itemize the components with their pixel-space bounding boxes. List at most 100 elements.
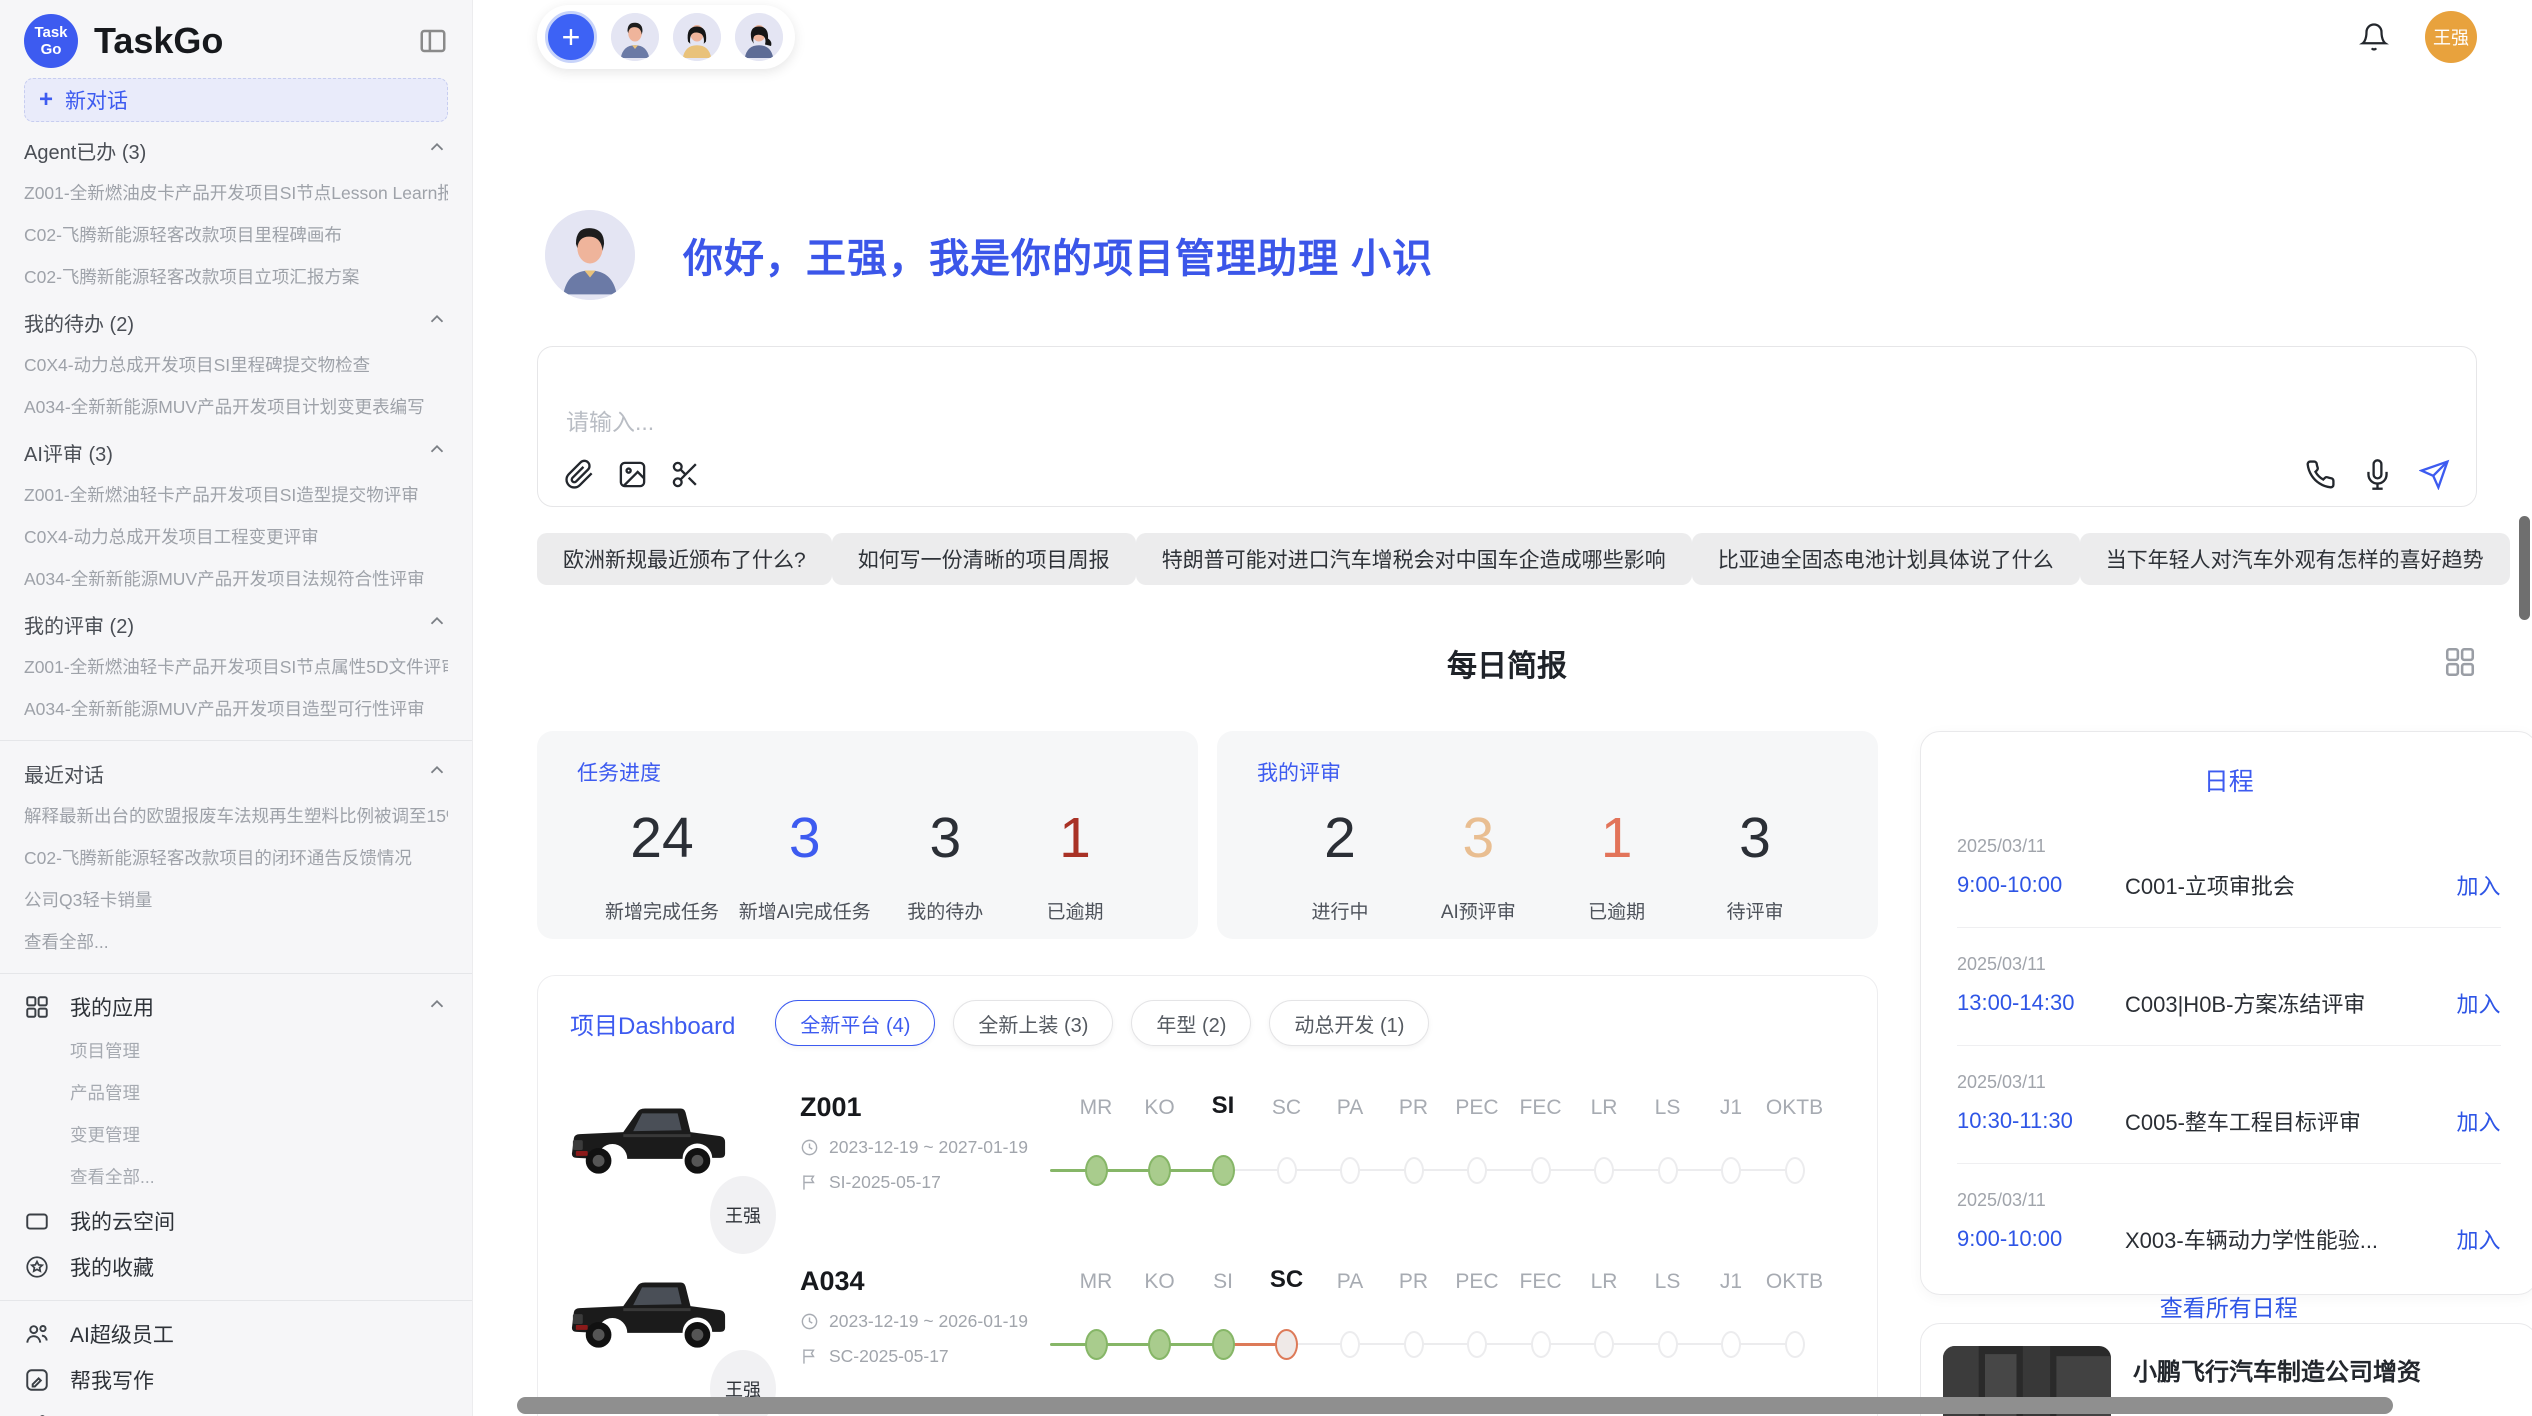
milestone-label: OKTB (1760, 1270, 1830, 1294)
avatar[interactable] (611, 13, 659, 61)
suggestion-chip[interactable]: 如何写一份清晰的项目周报 (832, 533, 1136, 585)
recent-chat-item[interactable]: 解释最新出台的欧盟报废车法规再生塑料比例被调至15%... (24, 795, 448, 837)
project-info: A0342023-12-19 ~ 2026-01-19SC-2025-05-17 (800, 1264, 1050, 1394)
milestone-dot (1275, 1329, 1298, 1360)
stat-item: 24新增完成任务 (605, 805, 719, 924)
main-area: + 王强 你好，王强，我是你的项目管理助理 小识 (473, 0, 2532, 1416)
my-apps-subitem[interactable]: 项目管理 (24, 1030, 448, 1072)
schedule-items: 2025/03/119:00-10:00C001-立项审批会加入2025/03/… (1957, 836, 2501, 1255)
avatar[interactable] (735, 13, 783, 61)
left-column: 任务进度 24新增完成任务3新增AI完成任务3我的待办1已逾期 我的评审 2进行中3A… (537, 731, 1878, 1416)
project-row[interactable]: 王强A0342023-12-19 ~ 2026-01-19SC-2025-05-… (564, 1264, 1851, 1394)
chevron-up-icon[interactable] (426, 136, 448, 164)
sidebar-task-item[interactable]: A034-全新新能源MUV产品开发项目法规符合性评审 (24, 558, 448, 600)
stats-card-title: 我的评审 (1257, 757, 1838, 787)
attach-image-icon[interactable] (617, 459, 648, 490)
sidebar-item-favorites[interactable]: 我的收藏 (24, 1244, 448, 1290)
sidebar-item-writing[interactable]: 帮我写作 (24, 1357, 448, 1403)
microphone-icon[interactable] (2362, 459, 2393, 490)
my-apps-subitem[interactable]: 查看全部... (24, 1156, 448, 1198)
send-icon[interactable] (2419, 459, 2450, 490)
suggestion-chip[interactable]: 欧洲新规最近颁布了什么? (537, 533, 832, 585)
sidebar-task-item[interactable]: C0X4-动力总成开发项目SI里程碑提交物检查 (24, 344, 448, 386)
my-apps-subitem[interactable]: 变更管理 (24, 1114, 448, 1156)
my-apps-subitem[interactable]: 产品管理 (24, 1072, 448, 1114)
collapse-sidebar-icon[interactable] (418, 26, 448, 56)
project-row[interactable]: 王强Z0012023-12-19 ~ 2027-01-19SI-2025-05-… (564, 1090, 1851, 1220)
sidebar-task-item[interactable]: A034-全新新能源MUV产品开发项目计划变更表编写 (24, 386, 448, 428)
milestone-dot (1658, 1331, 1678, 1358)
milestone-dot (1404, 1157, 1424, 1184)
milestone-label: PEC (1442, 1096, 1512, 1120)
clock-icon (800, 1138, 819, 1157)
stat-item: 3待评审 (1700, 805, 1810, 924)
suggestion-chip[interactable]: 当下年轻人对汽车外观有怎样的喜好趋势 (2080, 533, 2510, 585)
suggestion-chip[interactable]: 特朗普可能对进口汽车增税会对中国车企造成哪些影响 (1136, 533, 1692, 585)
project-filter-tab[interactable]: 动总开发 (1) (1269, 1000, 1429, 1046)
recent-chat-item[interactable]: C02-飞腾新能源轻客改款项目的闭环通告反馈情况 (24, 837, 448, 879)
stats-columns: 2进行中3AI预评审1已逾期3待评审 (1257, 805, 1838, 924)
schedule-row: 9:00-10:00C001-立项审批会加入 (1957, 869, 2501, 901)
chevron-up-icon[interactable] (426, 759, 448, 787)
stats-columns: 24新增完成任务3新增AI完成任务3我的待办1已逾期 (577, 805, 1158, 924)
sidebar-task-item[interactable]: A034-全新新能源MUV产品开发项目造型可行性评审 (24, 688, 448, 730)
recent-chat-item[interactable]: 公司Q3轻卡销量 (24, 879, 448, 921)
schedule-item: 2025/03/119:00-10:00X003-车辆动力学性能验...加入 (1957, 1190, 2501, 1255)
sidebar-divider (0, 973, 472, 974)
chat-input[interactable] (566, 403, 2156, 463)
milestone-label: PA (1315, 1096, 1385, 1120)
sidebar-item-label: 我的收藏 (70, 1252, 154, 1282)
stat-item: 3我的待办 (890, 805, 1000, 924)
schedule-view-all-link[interactable]: 查看所有日程 (1957, 1289, 2501, 1323)
sidebar-task-item[interactable]: C02-飞腾新能源轻客改款项目立项汇报方案 (24, 256, 448, 298)
briefing-title: 每日简报 (1447, 641, 1567, 685)
app-root: Task Go TaskGo + 新对话 Agent已办 (3)Z001-全新燃… (0, 0, 2532, 1416)
sidebar-item-label: 帮我写作 (70, 1365, 154, 1395)
schedule-join-link[interactable]: 加入 (2457, 987, 2501, 1019)
vertical-scrollbar[interactable] (2519, 516, 2530, 620)
project-dashboard-header: 项目Dashboard 全新平台 (4)全新上装 (3)年型 (2)动总开发 (… (564, 1000, 1851, 1046)
schedule-join-link[interactable]: 加入 (2457, 1223, 2501, 1255)
notifications-bell-icon[interactable] (2359, 22, 2389, 52)
horizontal-scrollbar[interactable] (517, 1397, 2393, 1414)
chevron-up-icon[interactable] (426, 610, 448, 638)
attach-file-icon[interactable] (564, 459, 595, 490)
recent-chats-title: 最近对话 (24, 751, 448, 795)
sidebar-item-cloud-space[interactable]: 我的云空间 (24, 1198, 448, 1244)
user-avatar[interactable]: 王强 (2425, 11, 2477, 63)
sidebar-task-item[interactable]: Z001-全新燃油皮卡产品开发项目SI节点Lesson Learn报告 (24, 172, 448, 214)
stat-label: 新增完成任务 (605, 897, 719, 924)
sidebar-task-item[interactable]: Z001-全新燃油轻卡产品开发项目SI造型提交物评审 (24, 474, 448, 516)
sidebar-item-ai-staff[interactable]: AI超级员工 (24, 1311, 448, 1357)
plus-icon: + (39, 86, 53, 114)
sidebar-task-item[interactable]: Z001-全新燃油轻卡产品开发项目SI节点属性5D文件评审 (24, 646, 448, 688)
schedule-join-link[interactable]: 加入 (2457, 1105, 2501, 1137)
stats-card-title: 任务进度 (577, 757, 1158, 787)
schedule-meeting-name: X003-车辆动力学性能验... (2125, 1223, 2457, 1255)
milestone-label: PR (1379, 1096, 1449, 1120)
avatar[interactable] (673, 13, 721, 61)
project-filter-tab[interactable]: 全新上装 (3) (953, 1000, 1113, 1046)
add-conversation-button[interactable]: + (545, 11, 597, 63)
chevron-up-icon[interactable] (426, 438, 448, 466)
project-filter-tab[interactable]: 全新平台 (4) (775, 1000, 935, 1046)
milestone-label: LS (1633, 1096, 1703, 1120)
new-chat-button[interactable]: + 新对话 (24, 78, 448, 122)
milestone-dot (1212, 1329, 1235, 1360)
chevron-up-icon[interactable] (426, 993, 448, 1021)
project-filter-tab[interactable]: 年型 (2) (1131, 1000, 1251, 1046)
schedule-join-link[interactable]: 加入 (2457, 869, 2501, 901)
my-apps-label: 我的应用 (70, 992, 154, 1022)
screenshot-scissors-icon[interactable] (670, 459, 701, 490)
stat-item: 2进行中 (1285, 805, 1395, 924)
suggestion-chip[interactable]: 比亚迪全固态电池计划具体说了什么 (1692, 533, 2080, 585)
recent-chats-view-all[interactable]: 查看全部... (24, 921, 448, 963)
sidebar-task-item[interactable]: C02-飞腾新能源轻客改款项目里程碑画布 (24, 214, 448, 256)
logo-line2: Go (41, 41, 62, 58)
voice-call-icon[interactable] (2305, 459, 2336, 490)
briefing-layout-icon[interactable] (2443, 645, 2477, 679)
sidebar-item-my-apps[interactable]: 我的应用 (24, 984, 448, 1030)
chevron-up-icon[interactable] (426, 308, 448, 336)
sidebar-task-item[interactable]: C0X4-动力总成开发项目工程变更评审 (24, 516, 448, 558)
sidebar-item-drawing[interactable]: 创意制图 (24, 1403, 448, 1416)
